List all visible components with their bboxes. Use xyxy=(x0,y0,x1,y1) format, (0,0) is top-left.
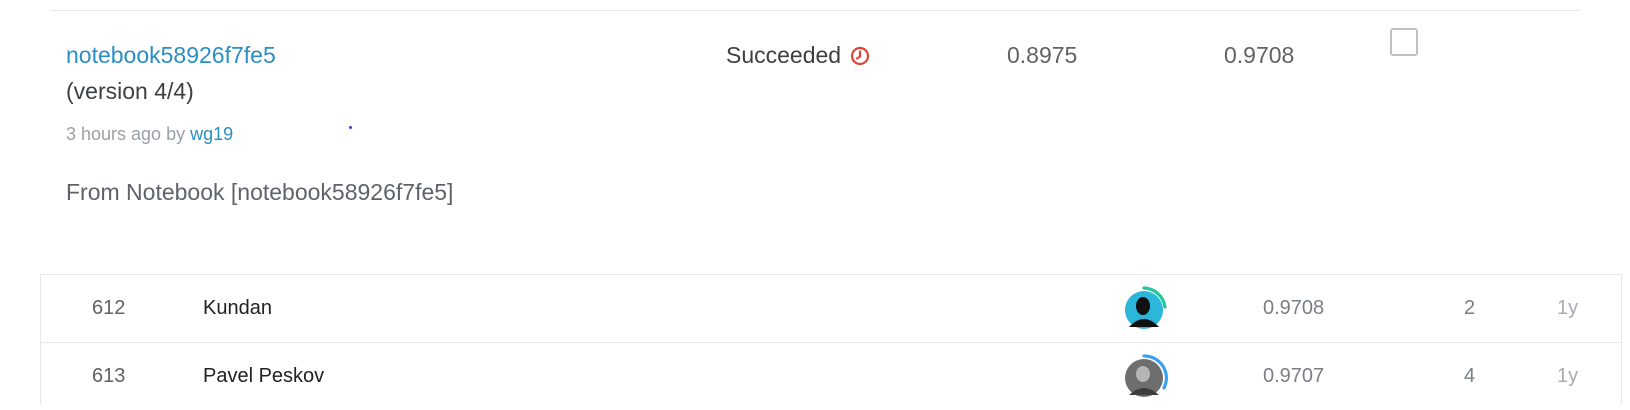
submission-description: From Notebook [notebook58926f7fe5] xyxy=(66,179,454,205)
clock-icon xyxy=(850,46,870,65)
rank: 613 xyxy=(92,365,126,387)
last-submission: 1y xyxy=(1557,297,1579,319)
stray-dot xyxy=(349,126,352,129)
score: 0.9708 xyxy=(1263,297,1325,319)
version-label: (version 4/4) xyxy=(66,78,194,104)
submission-meta: 3 hours ago by wg19 xyxy=(66,124,233,145)
entries-count: 4 xyxy=(1464,365,1476,387)
private-score: 0.9708 xyxy=(1224,42,1295,68)
public-score: 0.8975 xyxy=(1007,42,1078,68)
leaderboard-table: 612 Kundan 0.9708 2 1y 613 Pavel Peskov … xyxy=(40,274,1622,404)
author-link[interactable]: wg19 xyxy=(190,124,233,144)
team-name[interactable]: Kundan xyxy=(203,297,272,320)
table-row: 612 Kundan 0.9708 2 1y xyxy=(41,274,1621,342)
last-submission: 1y xyxy=(1557,365,1579,387)
entries-count: 2 xyxy=(1464,297,1476,319)
avatar[interactable] xyxy=(1119,285,1169,335)
team-name[interactable]: Pavel Peskov xyxy=(203,365,324,388)
table-row: 613 Pavel Peskov 0.9707 4 1y xyxy=(41,342,1621,410)
status-label: Succeeded xyxy=(726,42,842,68)
time-ago: 3 hours ago by xyxy=(66,124,186,144)
rank: 612 xyxy=(92,297,126,319)
select-checkbox[interactable] xyxy=(1390,28,1418,56)
notebook-link[interactable]: notebook58926f7fe5 xyxy=(66,42,276,69)
score: 0.9707 xyxy=(1263,365,1325,387)
avatar[interactable] xyxy=(1119,353,1169,403)
submission-entry: notebook58926f7fe5 (version 4/4) 3 hours… xyxy=(0,0,1630,250)
status: Succeeded xyxy=(726,42,871,69)
